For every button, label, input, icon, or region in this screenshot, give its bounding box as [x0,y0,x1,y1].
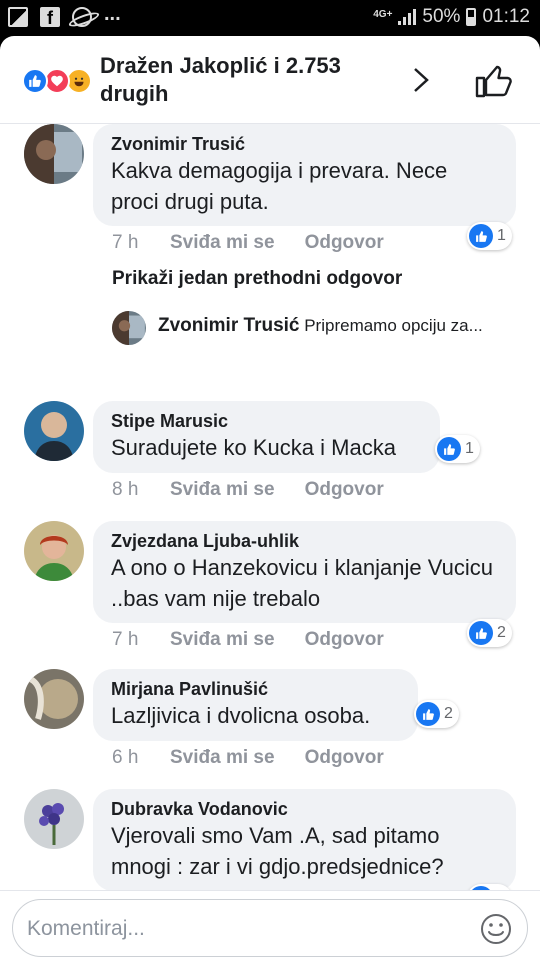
reaction-count-badge[interactable]: 2 [467,619,512,647]
clock: 01:12 [482,6,530,27]
reply-preview[interactable]: Zvonimir Trusić Pripremamo opciju za... [112,311,522,345]
comment-meta: 8 h Sviđa mi se Odgovor [112,479,414,501]
comments-list: Zvonimir Trusić Kakva demagogija i preva… [0,124,540,890]
facebook-icon: f [40,7,60,28]
reply-link[interactable]: Odgovor [305,232,384,254]
saturn-icon [72,7,92,27]
reaction-count-badge[interactable]: 2 [414,700,459,728]
comment-meta: 7 h Sviđa mi se Odgovor [112,629,414,651]
comment-text: Suradujete ko Kucka i Macka [111,435,396,460]
comment-text: Lazljivica i dvolicna osoba. [111,703,371,728]
comment-time: 8 h [112,479,139,500]
comment-time: 6 h [112,747,139,768]
like-reaction-icon [22,68,48,94]
view-previous-replies[interactable]: Prikaži jedan prethodni odgovor [112,268,402,290]
gallery-icon [8,7,28,27]
comment-bubble[interactable]: Zvjezdana Ljuba-uhlik A ono o Hanzekovic… [93,521,516,623]
comments-panel: Dražen Jakoplić i 2.753 drugih Zvonimir … [0,36,540,960]
comment-text: A ono o Hanzekovicu i klanjanje Vucicu .… [111,555,493,611]
comment-input[interactable] [27,912,467,946]
comment-author[interactable]: Zvonimir Trusić [111,133,498,155]
comment-composer [0,890,540,960]
like-reaction-icon [469,621,493,645]
comment-time: 7 h [112,629,139,650]
network-type: 4G+ [373,8,393,20]
reaction-count: 2 [444,705,453,722]
comment-bubble[interactable]: Dubravka Vodanovic Vjerovali smo Vam .A,… [93,789,516,890]
chevron-right-icon[interactable] [408,66,434,94]
reply-text: Zvonimir Trusić Pripremamo opciju za... [158,315,522,337]
comment-bubble[interactable]: Zvonimir Trusić Kakva demagogija i preva… [93,124,516,226]
comment-bubble[interactable]: Stipe Marusic Suradujete ko Kucka i Mack… [93,401,440,473]
avatar[interactable] [24,124,84,184]
battery-percent: 50% [422,6,461,27]
avatar[interactable] [24,789,84,849]
reaction-count: 2 [497,624,506,641]
like-reaction-icon [469,224,493,248]
like-reaction-icon [416,702,440,726]
reply-link[interactable]: Odgovor [305,629,384,651]
like-link[interactable]: Sviđa mi se [170,629,275,651]
reaction-count-badge[interactable]: 1 [467,222,512,250]
reaction-count: 1 [497,227,506,244]
reply-snippet: Pripremamo opciju za... [304,316,483,335]
avatar[interactable] [24,521,84,581]
battery-icon [466,8,477,26]
reaction-icons [22,68,94,94]
comment-bubble[interactable]: Mirjana Pavlinušić Lazljivica i dvolicna… [93,669,418,741]
like-link[interactable]: Sviđa mi se [170,747,275,769]
reaction-count: 1 [465,440,474,457]
like-link[interactable]: Sviđa mi se [170,479,275,501]
comment-author[interactable]: Stipe Marusic [111,410,422,432]
reactions-summary[interactable]: Dražen Jakoplić i 2.753 drugih [100,52,390,108]
comment-author[interactable]: Mirjana Pavlinušić [111,678,400,700]
reply-avatar[interactable] [112,311,146,345]
comment-text: Kakva demagogija i prevara. Nece proci d… [111,158,448,214]
comment-meta: 6 h Sviđa mi se Odgovor [112,747,414,769]
more-notifications-icon: ... [104,2,121,25]
emoji-icon[interactable] [479,912,513,946]
reply-author[interactable]: Zvonimir Trusić [158,315,299,336]
status-bar: f ... 4G+ 50% 01:12 [0,0,540,36]
comment-meta: 7 h Sviđa mi se Odgovor [112,232,414,254]
comment-time: 7 h [112,232,139,253]
comment-author[interactable]: Zvjezdana Ljuba-uhlik [111,530,498,552]
like-reaction-icon [437,437,461,461]
avatar[interactable] [24,669,84,729]
avatar[interactable] [24,401,84,461]
reactions-header[interactable]: Dražen Jakoplić i 2.753 drugih [0,36,540,124]
comment-text: Vjerovali smo Vam .A, sad pitamo mnogi :… [111,823,444,879]
comment-author[interactable]: Dubravka Vodanovic [111,798,498,820]
reaction-count-badge[interactable]: 1 [435,435,480,463]
like-link[interactable]: Sviđa mi se [170,232,275,254]
signal-icon [398,9,417,25]
reply-link[interactable]: Odgovor [305,747,384,769]
comment-input-box[interactable] [12,899,528,957]
like-button-icon[interactable] [474,64,514,98]
reply-link[interactable]: Odgovor [305,479,384,501]
